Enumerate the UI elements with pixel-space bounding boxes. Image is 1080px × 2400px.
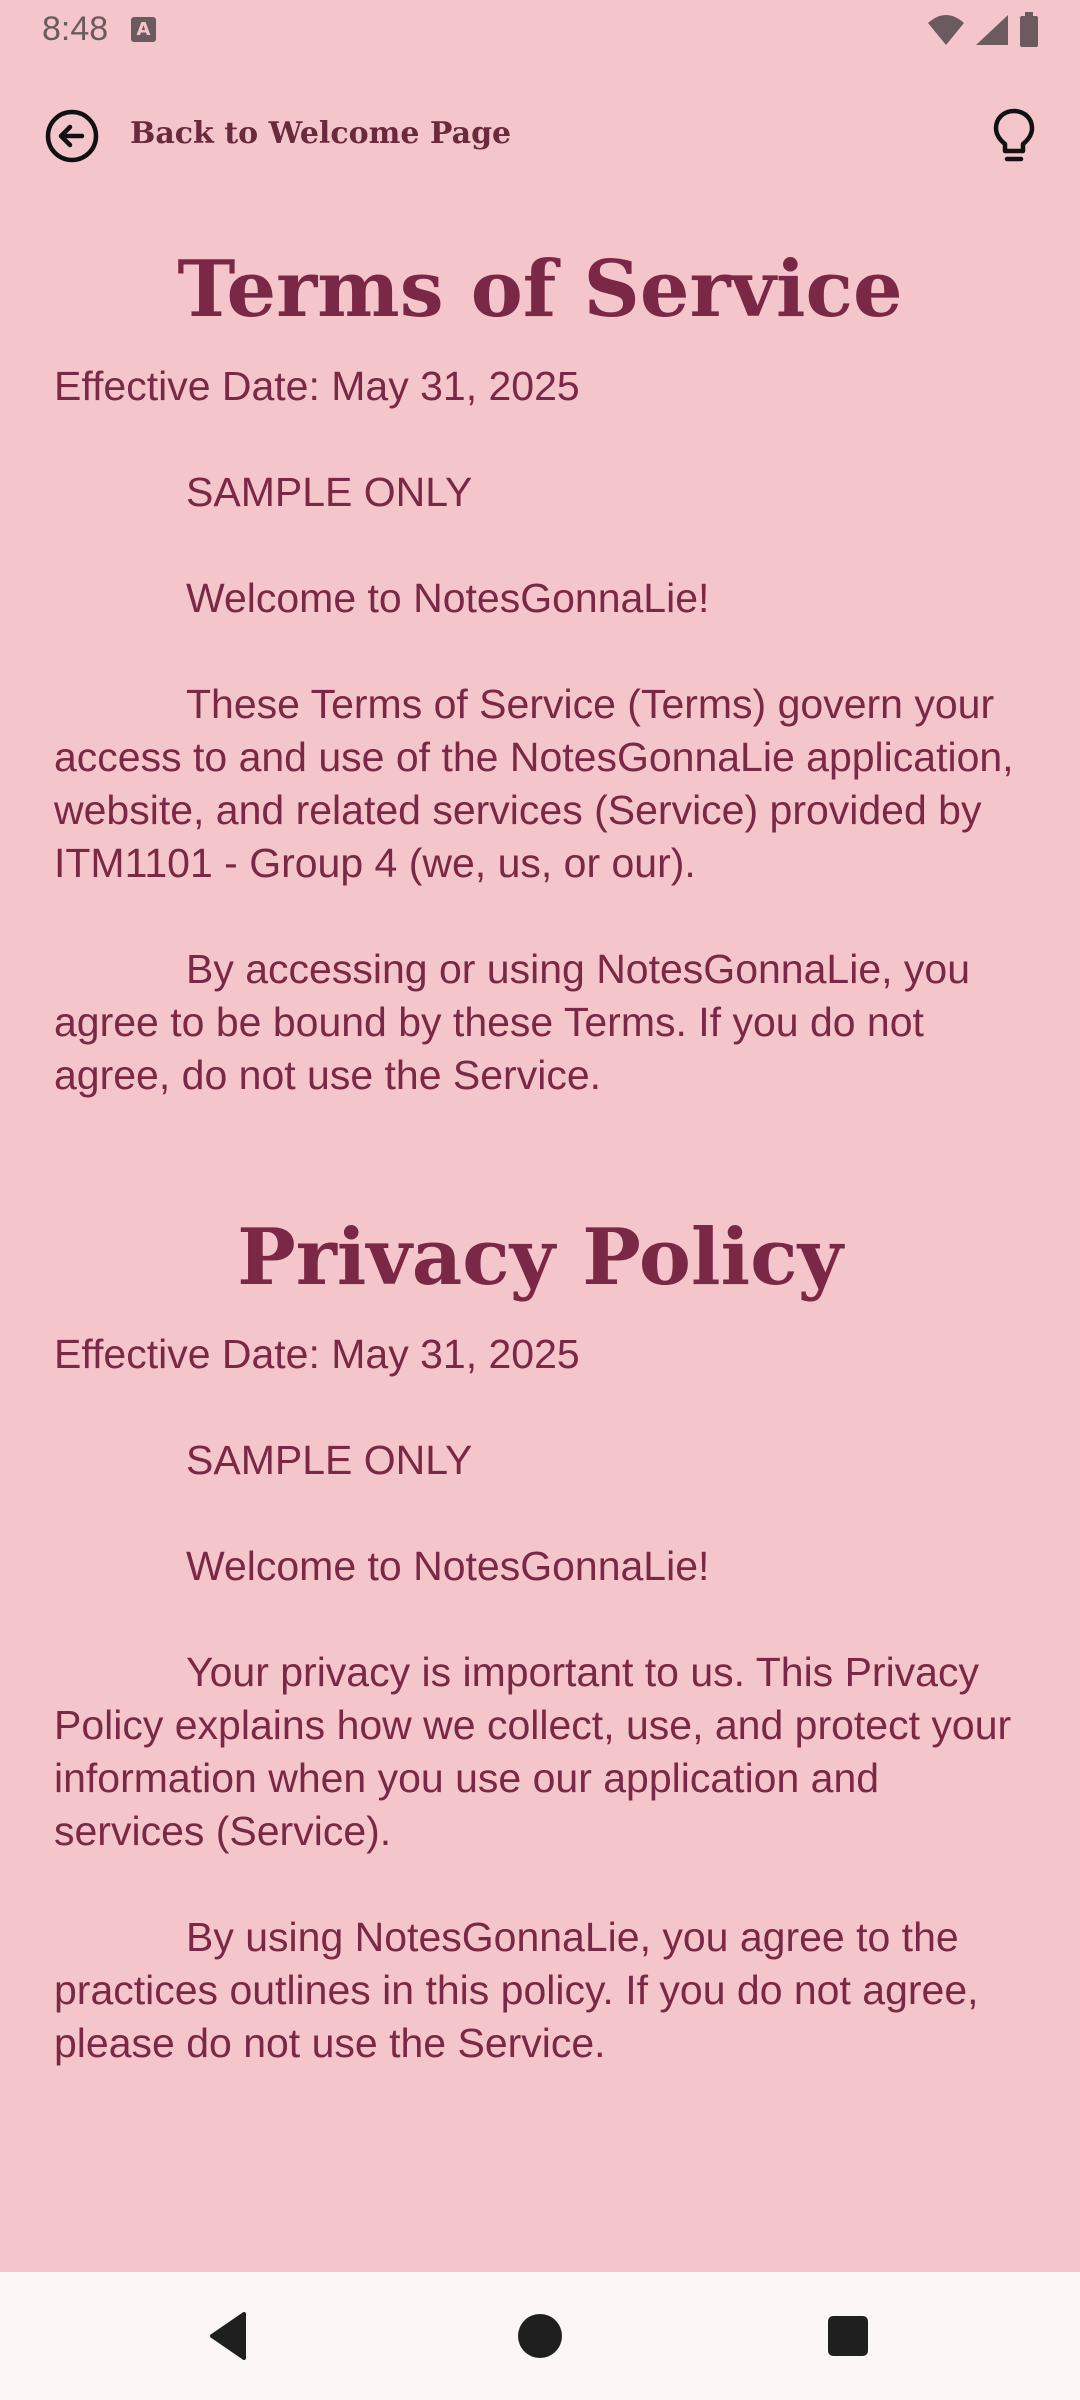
screen: 8:48 A Back to Welcome Page Terms of Ser… — [0, 0, 1080, 2400]
lightbulb-icon — [993, 108, 1035, 162]
terms-paragraph: SAMPLE ONLY — [186, 469, 473, 515]
privacy-paragraph: Welcome to NotesGonnaLie! — [186, 1543, 710, 1589]
privacy-paragraph: SAMPLE ONLY — [186, 1437, 473, 1483]
battery-icon — [1020, 12, 1038, 47]
nav-back-button[interactable] — [196, 2304, 260, 2368]
nav-recents-icon — [828, 2316, 868, 2356]
arrow-left-circle-icon — [45, 109, 99, 163]
system-nav-bar — [0, 2272, 1080, 2400]
privacy-title: Privacy Policy — [237, 1212, 843, 1303]
nav-home-icon — [518, 2314, 562, 2358]
back-to-welcome-link[interactable]: Back to Welcome Page — [130, 116, 511, 151]
back-button[interactable] — [44, 108, 100, 164]
terms-paragraph: These Terms of Service (Terms) govern yo… — [54, 681, 1014, 886]
nav-home-button[interactable] — [508, 2304, 572, 2368]
status-icons — [926, 12, 1040, 48]
nav-recents-button[interactable] — [816, 2304, 880, 2368]
privacy-paragraph: Your privacy is important to us. This Pr… — [54, 1649, 1012, 1854]
terms-effective-date: Effective Date: May 31, 2025 — [54, 363, 580, 409]
wifi-icon — [928, 15, 964, 45]
terms-paragraph: By accessing or using NotesGonnaLie, you… — [54, 946, 971, 1098]
legal-content: Terms of Service Effective Date: May 31,… — [54, 240, 1026, 2070]
signal-icon — [976, 15, 1008, 45]
status-time: 8:48 — [42, 10, 109, 48]
terms-title: Terms of Service — [177, 244, 903, 335]
nav-back-icon — [210, 2312, 246, 2360]
a-badge-icon: A — [131, 17, 156, 42]
top-app-bar: Back to Welcome Page — [0, 96, 1080, 176]
status-bar: 8:48 A — [0, 0, 1080, 64]
terms-paragraph: Welcome to NotesGonnaLie! — [186, 575, 710, 621]
privacy-effective-date: Effective Date: May 31, 2025 — [54, 1331, 580, 1377]
privacy-paragraph: By using NotesGonnaLie, you agree to the… — [54, 1914, 979, 2066]
lightbulb-button[interactable] — [984, 104, 1044, 168]
